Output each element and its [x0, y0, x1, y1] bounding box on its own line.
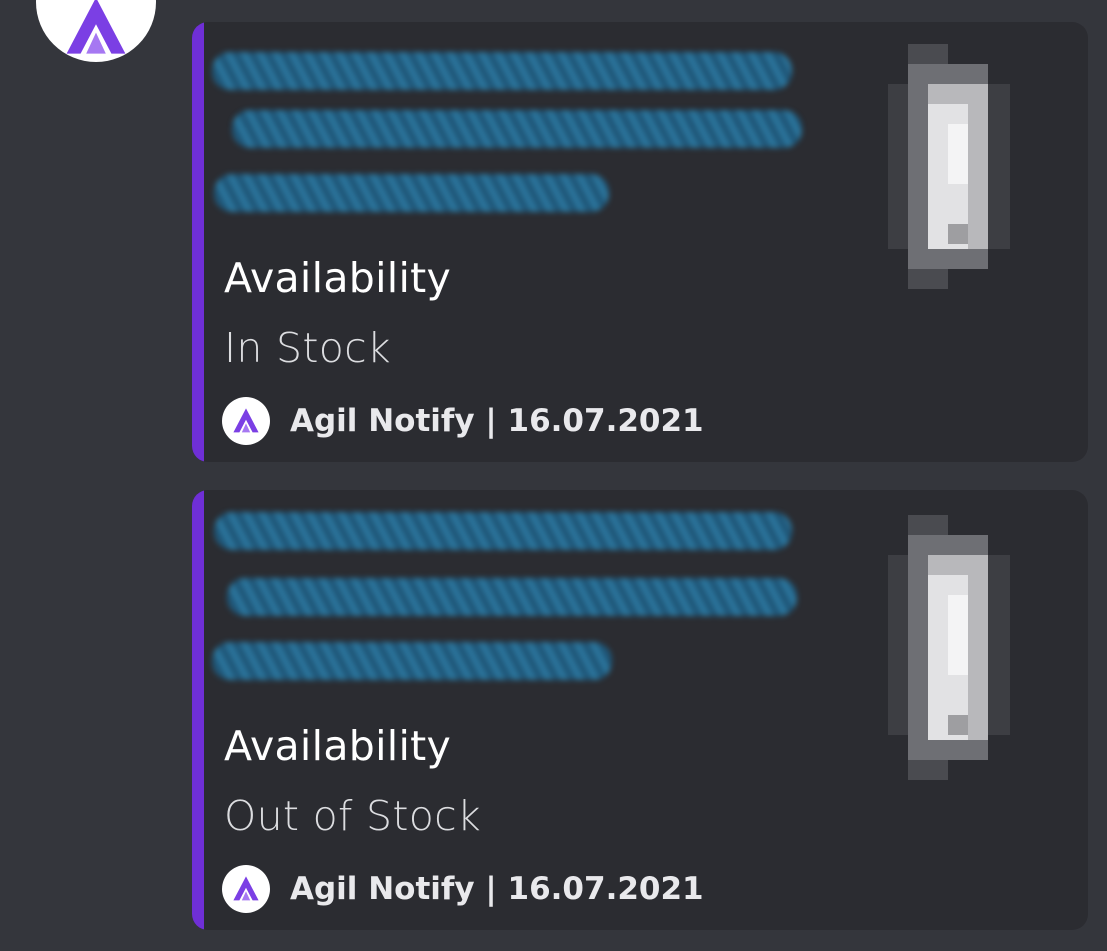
- footer-avatar: [222, 397, 270, 445]
- redacted-title-line: [232, 110, 802, 148]
- embed-footer: Agil Notify | 16.07.2021: [222, 865, 704, 913]
- bot-avatar[interactable]: [36, 0, 156, 62]
- redacted-title-line: [214, 174, 609, 212]
- footer-text: Agil Notify | 16.07.2021: [290, 871, 704, 907]
- embed-accent-bar: [192, 490, 204, 930]
- footer-avatar: [222, 865, 270, 913]
- footer-text: Agil Notify | 16.07.2021: [290, 403, 704, 439]
- redacted-title-line: [227, 578, 797, 616]
- field-name-availability: Availability: [224, 254, 452, 302]
- redacted-title-line: [214, 512, 792, 550]
- agil-logo-icon: [233, 876, 259, 901]
- embed-card-in-stock: Availability In Stock Agil Notify | 16.0…: [192, 22, 1088, 462]
- embed-accent-bar: [192, 22, 204, 462]
- field-name-availability: Availability: [224, 722, 452, 770]
- embed-footer: Agil Notify | 16.07.2021: [222, 397, 704, 445]
- product-thumbnail[interactable]: [888, 44, 1010, 289]
- agil-logo-icon: [233, 408, 259, 433]
- redacted-title-line: [212, 642, 612, 680]
- agil-logo-icon: [66, 0, 126, 54]
- redacted-title-line: [212, 52, 792, 90]
- field-value-availability: In Stock: [224, 324, 391, 372]
- embed-card-out-of-stock: Availability Out of Stock Agil Notify | …: [192, 490, 1088, 930]
- field-value-availability: Out of Stock: [224, 792, 481, 840]
- product-thumbnail[interactable]: [888, 515, 1010, 780]
